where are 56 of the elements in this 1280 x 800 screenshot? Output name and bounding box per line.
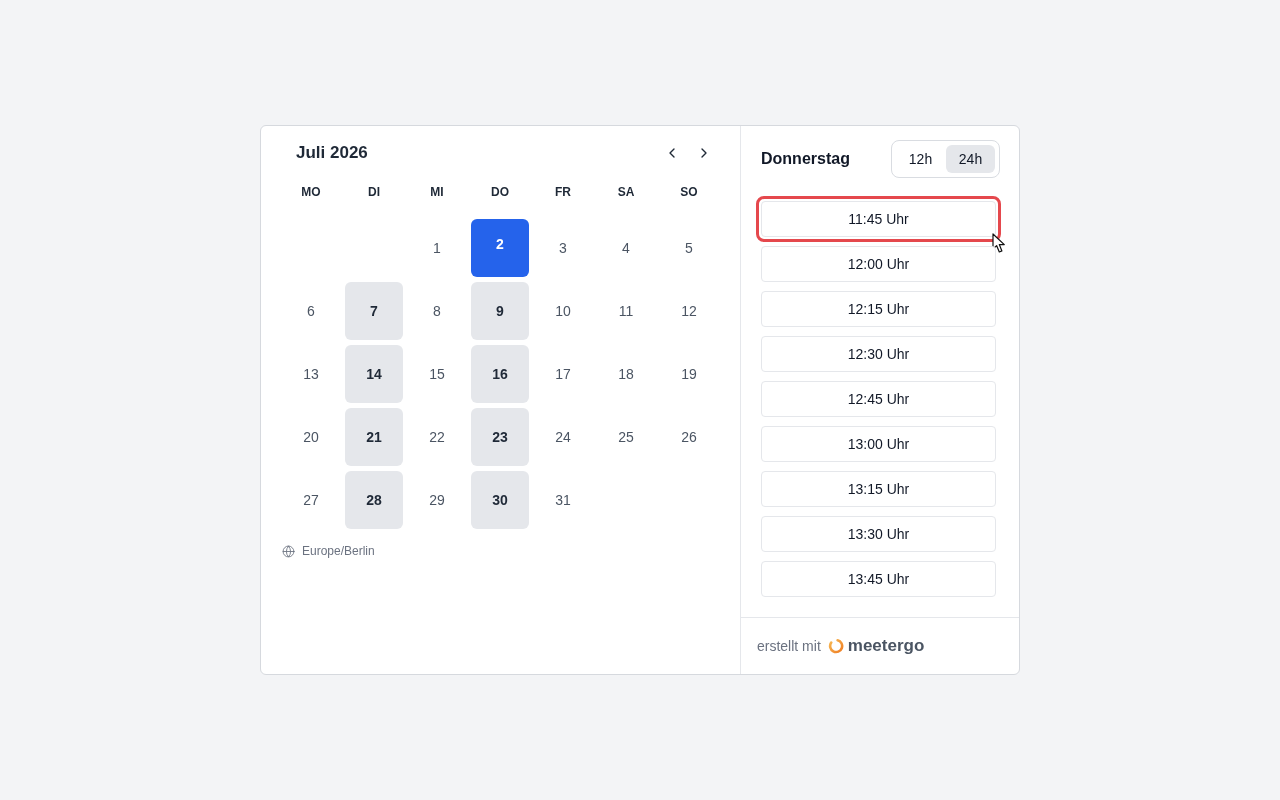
day-number: 19 (680, 365, 698, 384)
timezone-label: Europe/Berlin (302, 544, 375, 558)
ring-logo-icon (827, 638, 844, 654)
day-number: 10 (554, 302, 572, 321)
day-button[interactable]: 9 (471, 282, 529, 340)
time-slot-button[interactable]: 13:45 Uhr (761, 561, 996, 597)
day-button[interactable]: 28 (345, 471, 403, 529)
time-slot-button[interactable]: 13:30 Uhr (761, 516, 996, 552)
weekday-label: MO (301, 184, 321, 201)
day-number: 6 (306, 302, 316, 321)
time-slot-button[interactable]: 12:15 Uhr (761, 291, 996, 327)
day-number: 11 (617, 302, 635, 321)
day-button[interactable]: 30 (471, 471, 529, 529)
day-number: 4 (621, 239, 631, 258)
day-number: 31 (554, 491, 572, 510)
day-number: 1 (432, 239, 442, 258)
weekday-label: DI (368, 184, 380, 201)
day-number: 22 (428, 428, 446, 447)
day-number: 25 (617, 428, 635, 447)
day-button[interactable]: 7 (345, 282, 403, 340)
day-number: 27 (302, 491, 320, 510)
time-slot-button[interactable]: 12:00 Uhr (761, 246, 996, 282)
weekday-label: SO (680, 184, 698, 201)
brand-name: meetergo (847, 636, 925, 656)
day-number: 29 (428, 491, 446, 510)
day-button[interactable]: 23 (471, 408, 529, 466)
day-button[interactable]: 16 (471, 345, 529, 403)
month-title: Juli 2026 (296, 143, 368, 163)
day-number: 20 (302, 428, 320, 447)
day-number: 8 (432, 302, 442, 321)
day-number: 3 (558, 239, 568, 258)
day-number: 13 (302, 365, 320, 384)
credit-text: erstellt mit (757, 638, 821, 654)
time-slot-button[interactable]: 13:15 Uhr (761, 471, 996, 507)
day-number: 24 (554, 428, 572, 447)
time-slot-button[interactable]: 12:30 Uhr (761, 336, 996, 372)
globe-icon (282, 544, 295, 558)
day-number: 5 (684, 239, 694, 258)
weekday-label: FR (555, 184, 571, 201)
weekday-label: SA (617, 184, 635, 201)
time-slot-button[interactable]: 12:45 Uhr (761, 381, 996, 417)
cursor-icon (992, 233, 1006, 253)
day-button[interactable]: 2 (471, 219, 529, 277)
day-button[interactable]: 14 (345, 345, 403, 403)
day-number: 15 (428, 365, 446, 384)
weekday-label: MI (430, 184, 444, 201)
day-title: Donnerstag (761, 149, 850, 168)
weekday-label: DO (491, 184, 509, 201)
day-number: 26 (680, 428, 698, 447)
format-option[interactable]: 24h (946, 144, 995, 173)
day-number: 17 (554, 365, 572, 384)
day-number: 12 (680, 302, 698, 321)
day-number: 18 (617, 365, 635, 384)
format-option[interactable]: 12h (896, 144, 945, 173)
day-button[interactable]: 21 (345, 408, 403, 466)
time-slot-button[interactable]: 13:00 Uhr (761, 426, 996, 462)
